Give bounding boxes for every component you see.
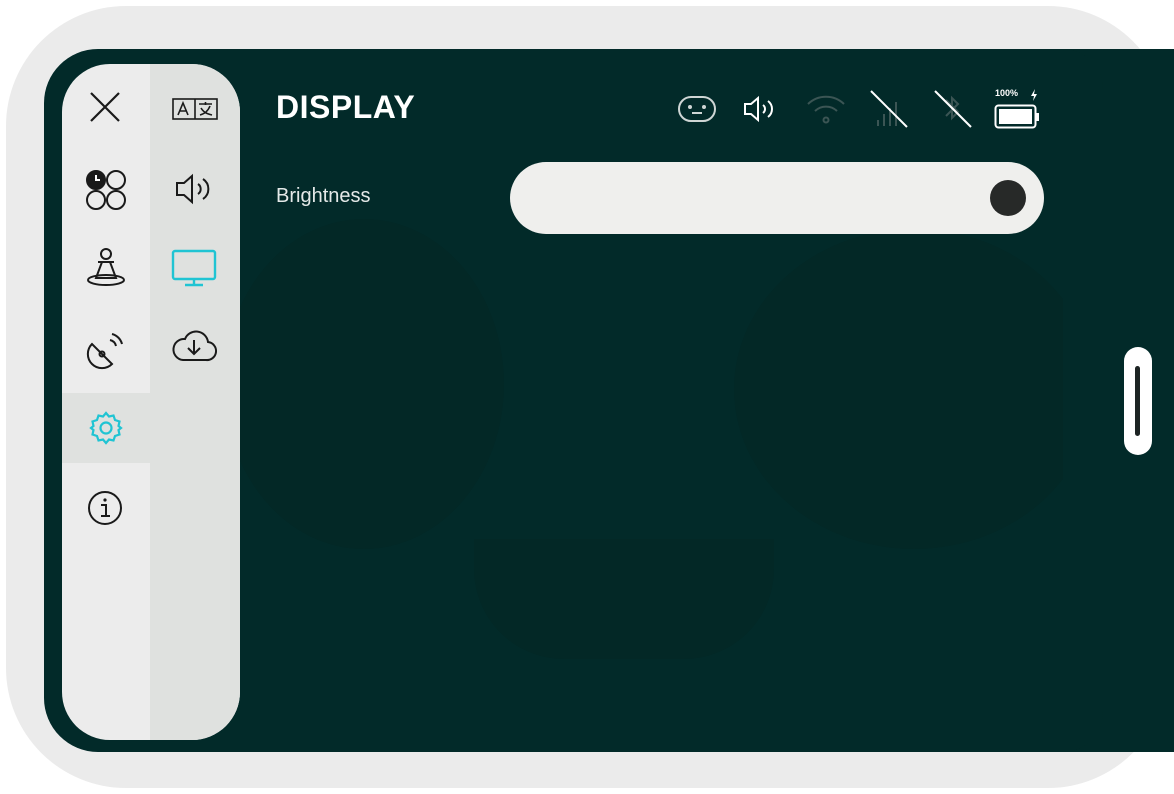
close-icon[interactable] (88, 90, 122, 124)
language-icon[interactable] (172, 96, 218, 122)
display-icon[interactable] (170, 248, 218, 288)
brightness-slider[interactable] (510, 162, 1044, 234)
sidebar-secondary (150, 64, 240, 740)
robot-status-icon (675, 92, 719, 126)
volume-status-icon (742, 94, 782, 124)
drawer-handle-grip (1135, 366, 1140, 436)
dashboard-icon[interactable] (84, 168, 128, 212)
charging-icon (1030, 89, 1038, 101)
screen-edge (1063, 49, 1103, 752)
background-face-eye-left (224, 219, 504, 549)
info-icon[interactable] (86, 489, 124, 527)
brightness-slider-knob[interactable] (990, 180, 1026, 216)
brightness-label: Brightness (276, 185, 371, 207)
settings-icon[interactable] (88, 410, 124, 446)
wifi-status-icon (805, 92, 847, 128)
battery-icon (994, 104, 1040, 130)
cellular-status-icon (868, 88, 910, 130)
volume-icon[interactable] (174, 170, 216, 208)
satellite-icon[interactable] (86, 328, 128, 370)
battery-percentage: 100% (995, 88, 1019, 98)
cloud-download-icon[interactable] (170, 328, 218, 364)
bluetooth-status-icon (932, 88, 974, 130)
page-title: DISPLAY (276, 89, 416, 125)
pilot-icon[interactable] (84, 246, 128, 290)
background-face-mouth (474, 539, 774, 659)
background-face-eye-right (734, 229, 1094, 549)
